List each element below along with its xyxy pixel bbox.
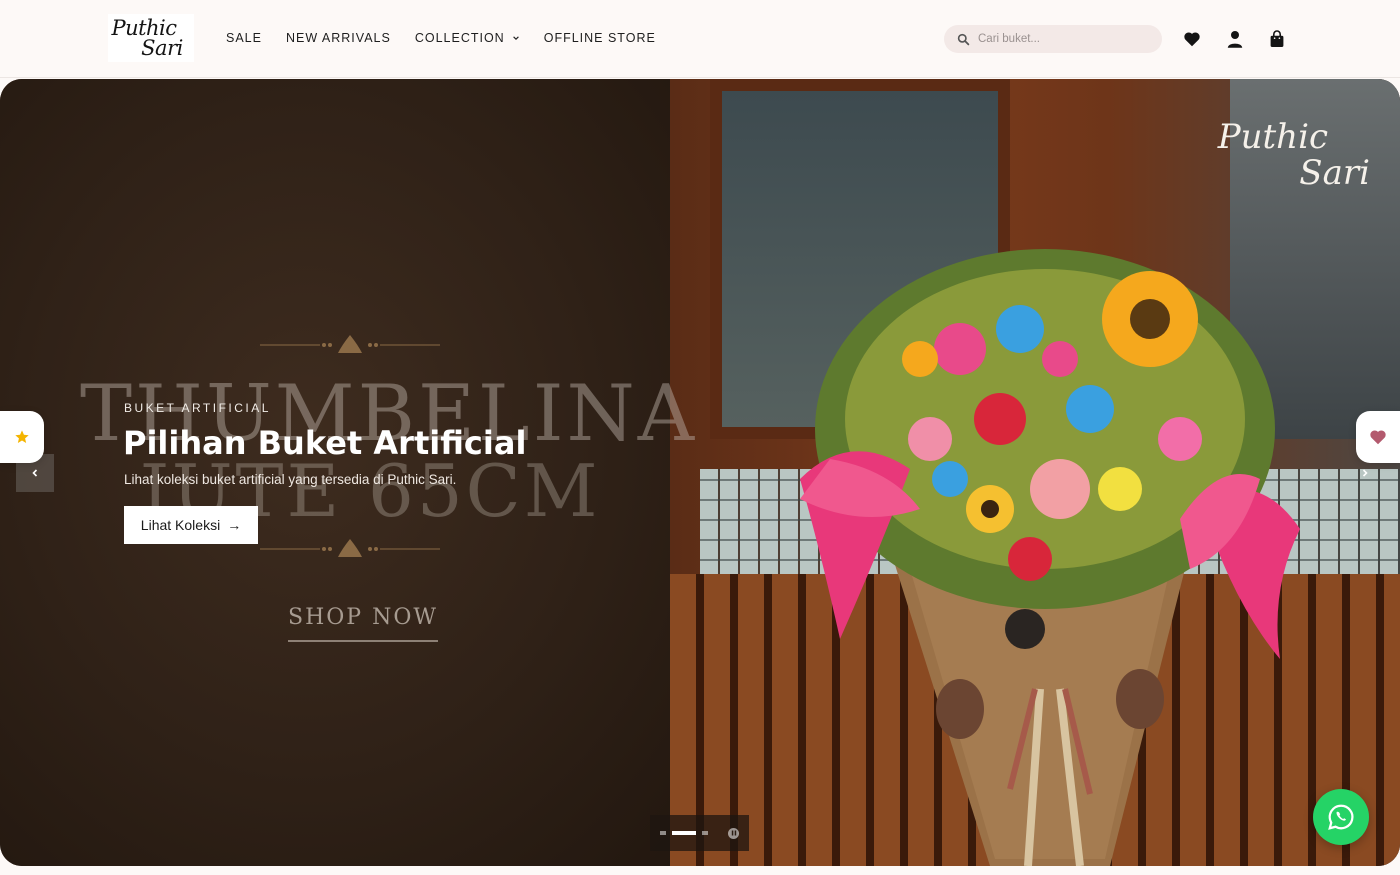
ornament-top [260, 335, 440, 353]
site-logo[interactable]: Puthic Sari [108, 14, 194, 62]
search-input[interactable] [978, 33, 1148, 45]
hero-headline: Pilihan Buket Artificial [123, 424, 527, 462]
heart-icon [1370, 430, 1386, 445]
hero-slider: Puthic Sari THUMBELINA JUTE 65CM SHOP NO… [0, 79, 1400, 866]
main-nav: SALE NEW ARRIVALS COLLECTION OFFLINE STO… [226, 31, 680, 45]
cart-button[interactable] [1266, 28, 1288, 50]
logo-line-1: Puthic [111, 16, 177, 40]
bag-icon [1270, 30, 1284, 47]
star-icon [15, 430, 29, 443]
hero-watermark-logo: Puthic Sari [1218, 119, 1370, 191]
chevron-down-icon [512, 36, 519, 40]
view-collection-label: Lihat Koleksi [140, 517, 221, 533]
hero-watermark-line-1: Puthic [1217, 117, 1328, 157]
wishlist-tab[interactable] [1356, 411, 1400, 463]
nav-item-collection-label: COLLECTION [414, 31, 505, 45]
search-box [944, 25, 1162, 53]
hero-eyebrow: BUKET ARTIFICIAL [124, 401, 271, 415]
heart-icon [1184, 32, 1200, 47]
slide-dot[interactable] [702, 831, 708, 835]
chevron-left-icon [32, 469, 38, 477]
hero-subtext: Lihat koleksi buket artificial yang ters… [124, 472, 457, 487]
pause-icon [731, 830, 736, 836]
nav-item-offline-store[interactable]: OFFLINE STORE [544, 31, 656, 45]
account-button[interactable] [1224, 28, 1246, 50]
view-collection-button[interactable]: Lihat Koleksi → [124, 506, 258, 544]
nav-item-new-arrivals[interactable]: NEW ARRIVALS [286, 31, 391, 45]
nav-item-sale[interactable]: SALE [226, 31, 262, 45]
slider-pagination [650, 815, 749, 851]
slide-dot[interactable] [660, 831, 666, 835]
ornament-bottom [260, 539, 440, 557]
hero-watermark-line-2: Sari [1299, 153, 1370, 193]
logo-line-2: Sari [141, 36, 183, 60]
whatsapp-chat-button[interactable] [1313, 789, 1369, 845]
chevron-right-icon [1362, 469, 1368, 477]
wishlist-button[interactable] [1181, 28, 1203, 50]
search-icon [957, 33, 970, 45]
nav-item-collection[interactable]: COLLECTION [415, 31, 520, 45]
slide-dot-active[interactable] [672, 831, 696, 835]
banner-shop-now: SHOP NOW [288, 605, 438, 642]
reviews-tab[interactable] [0, 411, 44, 463]
arrow-right-icon: → [227, 517, 242, 533]
site-header: Puthic Sari SALE NEW ARRIVALS COLLECTION… [0, 0, 1400, 78]
bouquet-illustration [800, 249, 1300, 866]
user-icon [1227, 31, 1243, 48]
pause-button[interactable] [728, 827, 739, 839]
whatsapp-icon [1328, 804, 1354, 830]
hero-photo: Puthic Sari [670, 79, 1400, 866]
